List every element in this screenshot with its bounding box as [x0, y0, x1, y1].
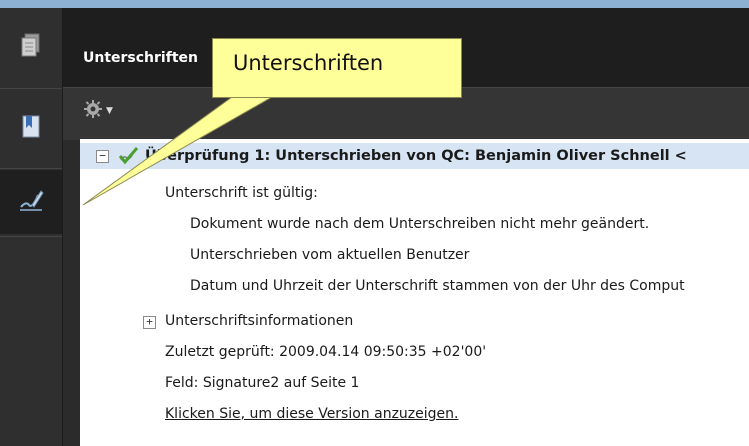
tooltip-callout: Unterschriften — [212, 38, 462, 98]
callout-text: Unterschriften — [233, 51, 384, 75]
